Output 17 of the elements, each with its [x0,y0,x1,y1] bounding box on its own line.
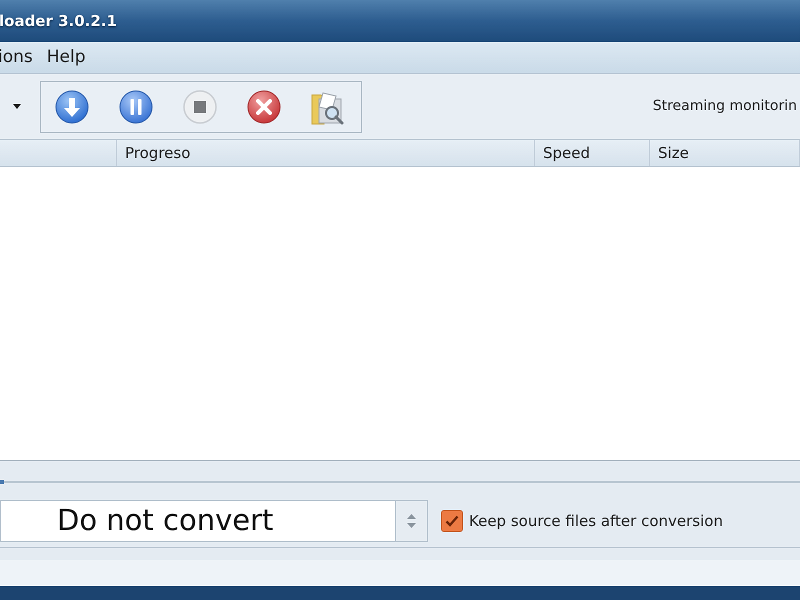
format-select[interactable]: Do not convert [0,500,428,542]
column-header[interactable]: Size [650,140,800,166]
streaming-monitoring-label: Streaming monitorin [652,97,797,116]
up-down-arrows-icon [407,514,416,528]
column-header[interactable]: Progreso [117,140,535,166]
window-title: loader 3.0.2.1 [0,10,117,32]
checkmark-icon [445,515,459,527]
menu-item[interactable]: Help [42,44,90,70]
spin-button[interactable] [395,501,427,541]
keep-source-checkbox[interactable] [441,510,463,532]
group-marker [0,480,4,484]
pause-icon [119,90,153,124]
column-header[interactable]: Speed [535,140,650,166]
stop-icon [183,90,217,124]
keep-source-label: Keep source files after conversion [469,510,723,532]
caret-down-icon [13,104,21,109]
cancel-icon [247,90,281,124]
